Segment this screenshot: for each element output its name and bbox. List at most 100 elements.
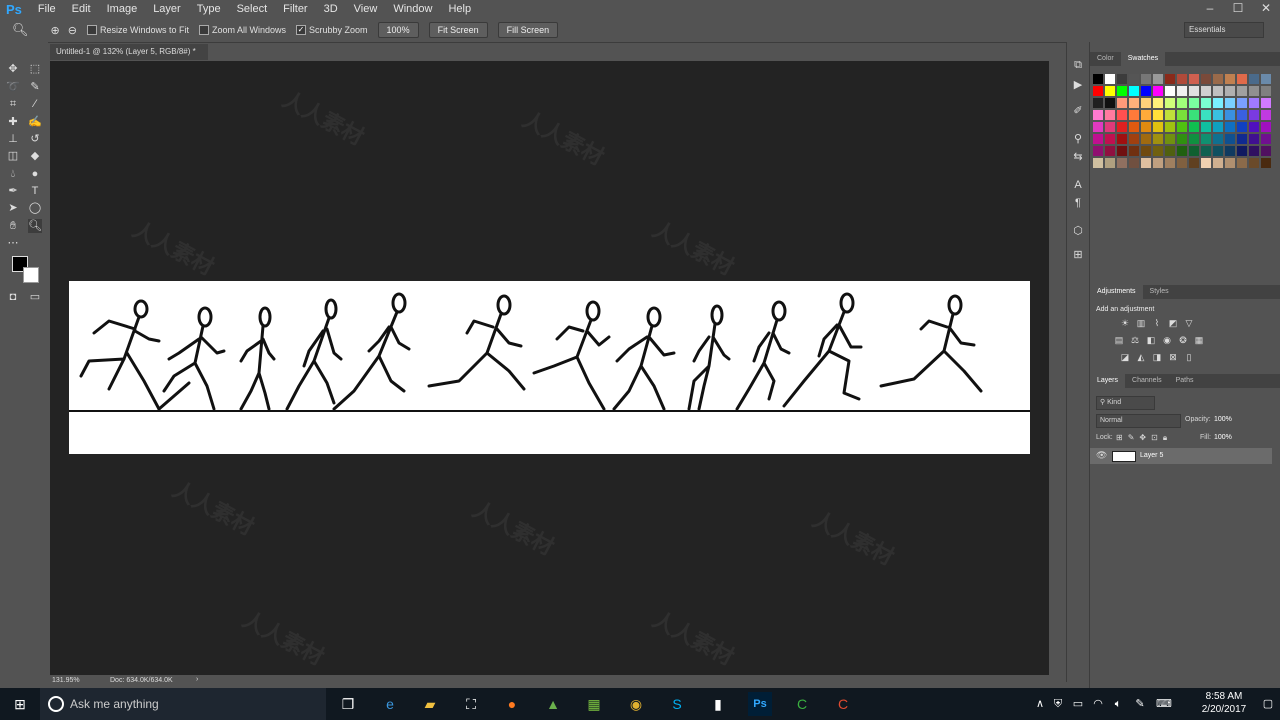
history-panel-icon[interactable]: ⧉ [1071,58,1085,72]
color-swatch[interactable] [1117,158,1127,168]
camtasia-recorder-icon[interactable]: C [790,692,814,716]
brightness-icon[interactable]: ☀ [1120,318,1130,328]
actions-play-icon[interactable]: ▶ [1071,78,1085,92]
color-swatch[interactable] [1189,122,1199,132]
zoom-out-icon[interactable]: ⊖ [68,24,77,37]
color-swatch[interactable] [1225,74,1235,84]
notifications-icon[interactable]: ▢ [1256,692,1280,716]
edge-browser-icon[interactable]: e [378,692,402,716]
color-swatch[interactable] [1249,146,1259,156]
eraser-tool-icon[interactable]: ◫ [6,149,20,163]
paragraph-panel-icon[interactable]: ¶ [1071,196,1085,210]
color-swatch[interactable] [1189,98,1199,108]
close-button[interactable]: ✕ [1252,0,1280,18]
menu-image[interactable]: Image [99,3,146,15]
gradient-map-icon[interactable]: ▯ [1184,352,1194,362]
camtasia-editor-icon[interactable]: C [831,692,855,716]
color-swatch[interactable] [1189,86,1199,96]
color-swatch[interactable] [1165,98,1175,108]
ellipse-tool-icon[interactable]: ◯ [28,201,42,215]
color-swatch[interactable] [1165,122,1175,132]
color-swatch[interactable] [1129,122,1139,132]
threshold-icon[interactable]: ◨ [1152,352,1162,362]
color-swatch[interactable] [1177,146,1187,156]
tab-styles[interactable]: Styles [1143,285,1176,299]
color-swatch[interactable] [1249,122,1259,132]
color-swatch[interactable] [1177,122,1187,132]
color-swatch[interactable] [1129,158,1139,168]
color-swatch[interactable] [1225,146,1235,156]
color-swatch[interactable] [1189,134,1199,144]
menu-filter[interactable]: Filter [275,3,315,15]
color-swatch[interactable] [1165,158,1175,168]
kind-filter-select[interactable]: ⚲ Kind [1096,396,1155,410]
color-swatch[interactable] [1201,86,1211,96]
path-select-icon[interactable]: ➤ [6,201,20,215]
blend-mode-select[interactable]: Normal [1096,414,1181,428]
pen-tray-icon[interactable]: ✎ [1128,692,1152,716]
tab-channels[interactable]: Channels [1125,374,1169,388]
crop-tool-icon[interactable]: ⌗ [6,97,20,111]
color-swatch[interactable] [1213,86,1223,96]
scrubby-zoom-checkbox[interactable]: ✓ [296,25,307,35]
channel-mixer-icon[interactable]: ❂ [1178,335,1188,345]
color-swatch[interactable] [1225,110,1235,120]
vibrance-icon[interactable]: ▽ [1184,318,1194,328]
screen-mode-icon[interactable]: ▭ [28,290,42,304]
task-view-icon[interactable]: ❐ [336,692,360,716]
move-tool-icon[interactable]: ✥ [6,62,20,76]
layer-row[interactable]: 👁︎ Layer 5 [1090,448,1272,464]
color-swatch[interactable] [1105,122,1115,132]
color-swatch[interactable] [1237,134,1247,144]
zoom-tool-icon[interactable]: 🔍︎ [12,22,29,38]
zoom-all-option[interactable]: Zoom All Windows [198,25,286,35]
color-swatch[interactable] [1165,86,1175,96]
background-color-swatch[interactable] [23,267,39,283]
color-swatch[interactable] [1129,74,1139,84]
fill-value[interactable]: 100% [1214,434,1232,441]
menu-file[interactable]: File [30,3,64,15]
more-tools-icon[interactable]: ⋯ [6,236,20,250]
color-swatch[interactable] [1153,110,1163,120]
black-white-icon[interactable]: ◧ [1146,335,1156,345]
chrome-icon[interactable]: ◉ [624,692,648,716]
color-swatch[interactable] [1117,86,1127,96]
tab-paths[interactable]: Paths [1169,374,1201,388]
color-swatch[interactable] [1141,110,1151,120]
color-swatch[interactable] [1165,74,1175,84]
firefox-icon[interactable]: ● [500,692,524,716]
fill-screen-button[interactable]: Fill Screen [497,22,559,38]
pen-tool-icon[interactable]: ✒ [6,184,20,198]
menu-window[interactable]: Window [385,3,440,15]
menu-layer[interactable]: Layer [145,3,189,15]
maximize-button[interactable]: ☐ [1224,0,1252,18]
color-swatch[interactable] [1261,86,1271,96]
color-swatch[interactable] [1117,98,1127,108]
hand-tool-icon[interactable]: ✋︎ [6,219,20,233]
minimize-button[interactable]: – [1196,0,1224,18]
color-swatch[interactable] [1093,86,1103,96]
color-swatch[interactable] [1093,146,1103,156]
color-swatch[interactable] [1141,146,1151,156]
zoom-level[interactable]: 131.95% [52,677,80,684]
dodge-tool-icon[interactable]: ● [28,167,42,181]
resize-windows-checkbox[interactable] [86,25,97,35]
color-swatch[interactable] [1249,158,1259,168]
color-swatch[interactable] [1153,134,1163,144]
windows-start-icon[interactable]: ⊞ [8,692,32,716]
color-swatch[interactable] [1261,110,1271,120]
photoshop-taskbar-icon[interactable]: Ps [748,692,772,716]
color-swatch[interactable] [1117,74,1127,84]
skype-icon[interactable]: S [665,692,689,716]
system-clock[interactable]: 8:58 AM 2/20/2017 [1194,690,1254,716]
color-swatch[interactable] [1189,146,1199,156]
color-swatch[interactable] [1189,74,1199,84]
color-swatch[interactable] [1141,86,1151,96]
color-swatch[interactable] [1177,134,1187,144]
color-swatch[interactable] [1129,146,1139,156]
notes-app-icon[interactable]: ▦ [582,692,606,716]
clone-stamp-icon[interactable]: ⊥ [6,132,20,146]
paint-bucket-icon[interactable]: ◆ [28,149,42,163]
color-swatch[interactable] [1261,98,1271,108]
3d-panel-icon[interactable]: ⬡ [1071,224,1085,238]
